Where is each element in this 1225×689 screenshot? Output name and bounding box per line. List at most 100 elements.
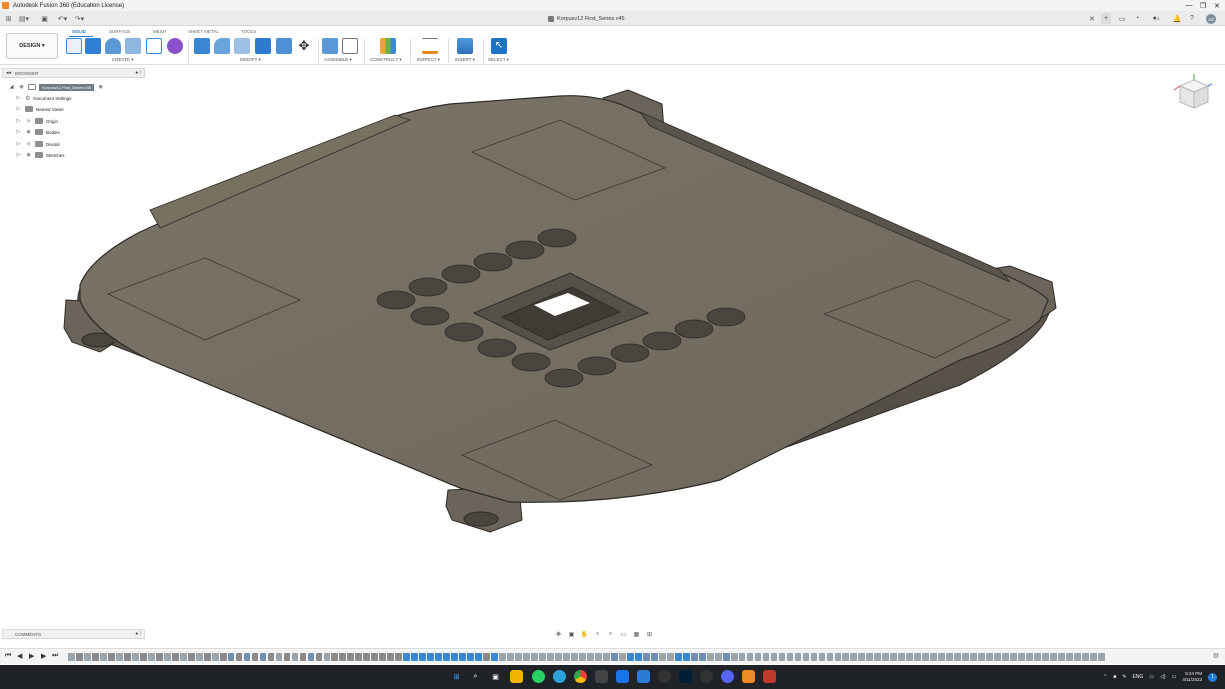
timeline-feature[interactable] (68, 653, 75, 661)
pin-comments-icon[interactable]: ● ⁞ (135, 631, 141, 637)
timeline-feature[interactable] (986, 653, 993, 661)
go-to-start-button[interactable]: ⏮ (5, 652, 11, 660)
timeline-feature[interactable] (770, 653, 778, 661)
timeline-feature[interactable] (658, 653, 666, 661)
timeline-feature[interactable] (179, 653, 187, 661)
job-status-icon[interactable]: ◔ (1132, 13, 1142, 24)
timeline-feature[interactable] (682, 653, 690, 661)
timeline-feature[interactable] (890, 653, 898, 661)
browser-root-node[interactable]: ◢ ◉ Korpusv12 First_Series v45 ◉ (8, 82, 104, 92)
timeline-feature[interactable] (371, 653, 379, 661)
timeline-feature[interactable] (1010, 653, 1017, 661)
timeline-feature[interactable] (722, 653, 730, 661)
collapse-browser-icon[interactable]: ◂◂ (6, 70, 11, 76)
viewcube[interactable] (1172, 74, 1212, 114)
timeline-feature[interactable] (115, 653, 123, 661)
extensions-icon[interactable]: ● 1 (1148, 13, 1164, 24)
timeline-feature[interactable] (1090, 653, 1097, 661)
play-button[interactable]: ▶ (29, 652, 34, 660)
new-tab-icon[interactable]: + (1101, 13, 1111, 24)
timeline-feature[interactable] (283, 653, 291, 661)
timeline-feature[interactable] (403, 653, 411, 661)
construct-group-label[interactable]: CONSTRUCT ▾ (370, 57, 402, 63)
comments-panel-header[interactable]: COMMENTS ● ⁞ (2, 629, 145, 639)
step-back-button[interactable]: ◀ (17, 652, 22, 660)
timeline-feature[interactable] (626, 653, 634, 661)
tab-surface[interactable]: SURFACE (109, 29, 130, 34)
timeline-feature[interactable] (219, 653, 227, 661)
timeline-feature[interactable] (483, 653, 490, 661)
timeline-feature[interactable] (1058, 653, 1065, 661)
zoom-icon[interactable]: ⌕ (592, 631, 603, 638)
timeline-feature[interactable] (131, 653, 139, 661)
timeline-feature[interactable] (914, 653, 922, 661)
expand-triangle-icon[interactable]: ▷ (15, 95, 22, 101)
tab-mesh[interactable]: MESH (153, 29, 166, 34)
insert-image-icon[interactable] (457, 38, 473, 54)
app-icon[interactable] (763, 670, 776, 683)
create-sketch-icon[interactable] (66, 38, 82, 54)
measure-icon[interactable] (422, 38, 438, 54)
timeline-feature[interactable] (539, 653, 546, 661)
clock[interactable]: 5:24 PM 4/11/2023 (1182, 671, 1202, 683)
whatsapp-icon[interactable] (532, 670, 545, 683)
save-icon[interactable]: ▣ (40, 14, 49, 23)
timeline-feature[interactable] (267, 653, 275, 661)
timeline-feature[interactable] (443, 653, 451, 661)
timeline-feature[interactable] (451, 653, 459, 661)
display-settings-icon[interactable]: ▭ (618, 631, 629, 638)
timeline-feature[interactable] (211, 653, 219, 661)
timeline-feature[interactable] (970, 653, 978, 661)
browser-panel-header[interactable]: ◂◂ BROWSER ● ⁞ (2, 68, 145, 78)
timeline-feature[interactable] (946, 653, 954, 661)
file-explorer-icon[interactable] (510, 670, 523, 683)
task-view-icon[interactable]: ▣ (489, 670, 502, 683)
timeline-feature[interactable] (602, 653, 610, 661)
grid-settings-icon[interactable]: ▦ (631, 631, 642, 638)
step-forward-button[interactable]: ▶ (41, 652, 46, 660)
timeline-feature[interactable] (459, 653, 467, 661)
collapse-triangle-icon[interactable]: ◢ (8, 84, 15, 90)
timeline-feature[interactable] (746, 653, 754, 661)
move-copy-icon[interactable]: ✥ (296, 38, 312, 54)
tab-sheet-metal[interactable]: SHEET METAL (188, 29, 219, 34)
timeline-feature[interactable] (315, 653, 323, 661)
visibility-eye-icon[interactable]: ◉ (25, 141, 32, 147)
pen-icon[interactable]: ✎ (1122, 674, 1126, 680)
timeline-feature[interactable] (323, 653, 331, 661)
search-icon[interactable]: ⌕ (469, 670, 482, 683)
timeline-feature[interactable] (898, 653, 906, 661)
pan-icon[interactable]: ✋ (579, 631, 590, 638)
browser-item-named-views[interactable]: ▷ Named Views (15, 104, 64, 114)
expand-triangle-icon[interactable]: ▷ (15, 141, 22, 147)
timeline-feature[interactable] (810, 653, 818, 661)
insert-group-label[interactable]: INSERT ▾ (455, 57, 475, 63)
inspect-group-label[interactable]: INSPECT ▾ (417, 57, 440, 63)
data-panel-icon[interactable]: ▭ (1117, 13, 1127, 24)
timeline-feature[interactable] (379, 653, 387, 661)
timeline-feature[interactable] (1002, 653, 1009, 661)
rectangle-pattern-icon[interactable] (146, 38, 162, 54)
timeline-feature[interactable] (858, 653, 866, 661)
expand-triangle-icon[interactable]: ▷ (15, 129, 22, 135)
timeline-feature[interactable] (882, 653, 890, 661)
timeline-feature[interactable] (850, 653, 858, 661)
timeline-feature[interactable] (786, 653, 794, 661)
activate-radio-icon[interactable]: ◉ (97, 84, 104, 90)
timeline-feature[interactable] (818, 653, 826, 661)
timeline-feature[interactable] (826, 653, 834, 661)
timeline-feature[interactable] (954, 653, 962, 661)
timeline-feature[interactable] (235, 653, 243, 661)
timeline-feature[interactable] (395, 653, 403, 661)
timeline-feature[interactable] (547, 653, 554, 661)
combine-icon[interactable] (255, 38, 271, 54)
timeline-feature[interactable] (754, 653, 762, 661)
create-form-icon[interactable] (167, 38, 183, 54)
timeline-feature[interactable] (163, 653, 171, 661)
app-icon[interactable] (700, 670, 713, 683)
discord-icon[interactable] (721, 670, 734, 683)
timeline-feature[interactable] (419, 653, 427, 661)
timeline-feature[interactable] (355, 653, 363, 661)
create-group-label[interactable]: CREATE ▾ (112, 57, 133, 63)
user-avatar[interactable]: AZ (1206, 14, 1216, 24)
